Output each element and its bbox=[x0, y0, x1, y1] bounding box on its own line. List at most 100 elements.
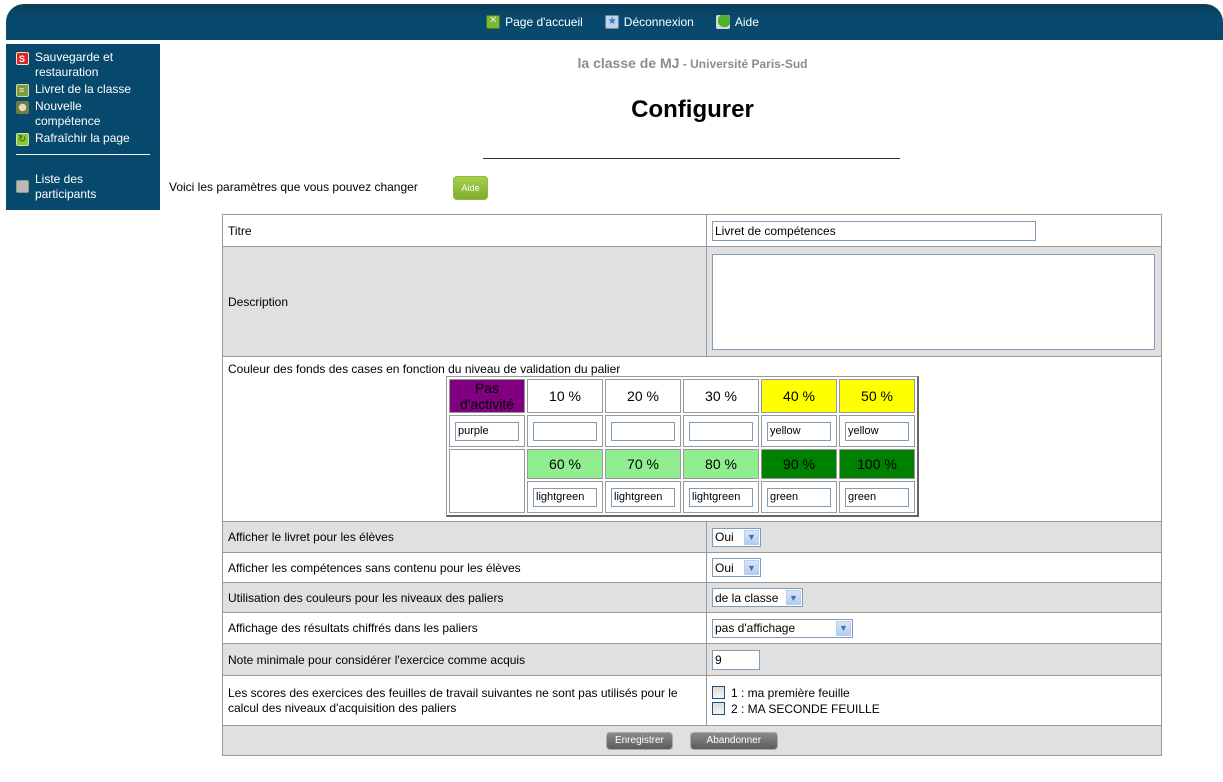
nav-help-label: Aide bbox=[734, 15, 759, 29]
excluded-sheet-checkbox-2[interactable]: 2 : MA SECONDE FEUILLE bbox=[712, 701, 1156, 717]
help-button[interactable]: Aide bbox=[453, 176, 488, 200]
sidebar-item-label: Livret de la classe bbox=[35, 82, 132, 96]
checkbox-label: 1 : ma première feuille bbox=[731, 685, 850, 700]
checkbox[interactable] bbox=[712, 702, 725, 715]
select-value: de la classe bbox=[715, 590, 779, 605]
select-value: Oui bbox=[715, 560, 734, 575]
show-empty-select[interactable]: Oui ▼ bbox=[712, 558, 761, 577]
save-restore-icon bbox=[16, 52, 29, 67]
colors-usage-select[interactable]: de la classe ▼ bbox=[712, 588, 803, 607]
logout-icon bbox=[604, 15, 619, 29]
color-level-label: 90 % bbox=[761, 449, 837, 479]
colors-label: Couleur des fonds des cases en fonction … bbox=[228, 362, 621, 376]
color-level-input[interactable] bbox=[455, 421, 519, 441]
participants-icon bbox=[16, 180, 29, 193]
nav-home-label: Page d'accueil bbox=[505, 15, 583, 29]
book-icon bbox=[16, 83, 29, 98]
title-input[interactable] bbox=[712, 220, 1036, 241]
color-grid-row: 60 % 70 % 80 % 90 % 100 % bbox=[449, 449, 915, 513]
select-value: Oui bbox=[715, 530, 734, 544]
color-level-input[interactable] bbox=[611, 487, 675, 507]
nav-logout-label: Déconnexion bbox=[623, 15, 694, 29]
color-grid-row: Pas d'activité 10 % 20 % 30 % 40 % 50 % bbox=[449, 379, 915, 413]
checkbox-label: 2 : MA SECONDE FEUILLE bbox=[731, 701, 880, 716]
color-level-input[interactable] bbox=[533, 421, 597, 441]
excluded-sheet-checkbox-1[interactable]: 1 : ma première feuille bbox=[712, 685, 1156, 701]
color-level-label: 70 % bbox=[605, 449, 681, 479]
row-title: Titre bbox=[222, 214, 1162, 247]
row-min-score: Note minimale pour considérer l'exercice… bbox=[222, 643, 1162, 676]
numeric-display-label: Affichage des résultats chiffrés dans le… bbox=[222, 612, 707, 644]
color-level-label: 10 % bbox=[527, 379, 603, 413]
class-name: la classe de MJ bbox=[577, 55, 680, 71]
row-colors-usage: Utilisation des couleurs pour les niveau… bbox=[222, 582, 1162, 613]
sidebar-item-new-skill[interactable]: Nouvelle compétence bbox=[6, 99, 160, 129]
sidebar-item-participants[interactable]: Liste des participants bbox=[6, 172, 160, 202]
color-level-input[interactable] bbox=[611, 421, 675, 441]
row-description: Description bbox=[222, 246, 1162, 357]
chevron-down-icon: ▼ bbox=[744, 529, 759, 545]
color-level-input[interactable] bbox=[845, 487, 909, 507]
color-level-label: 40 % bbox=[761, 379, 837, 413]
color-grid-empty-cell bbox=[449, 449, 525, 513]
color-level-label: 20 % bbox=[605, 379, 681, 413]
color-level-label: 50 % bbox=[839, 379, 915, 413]
site-title: la classe de MJ - Université Paris-Sud bbox=[162, 55, 1223, 71]
min-score-label: Note minimale pour considérer l'exercice… bbox=[222, 643, 707, 676]
institution-name: - Université Paris-Sud bbox=[679, 57, 808, 71]
sidebar-divider bbox=[16, 154, 150, 155]
color-level-input[interactable] bbox=[767, 487, 831, 507]
refresh-icon bbox=[16, 132, 29, 147]
color-level-input[interactable] bbox=[533, 487, 597, 507]
home-icon bbox=[486, 15, 501, 29]
chevron-down-icon: ▼ bbox=[786, 590, 801, 605]
checkbox[interactable] bbox=[712, 686, 725, 699]
help-icon bbox=[715, 15, 730, 29]
sidebar-item-label: Nouvelle compétence bbox=[35, 99, 101, 128]
select-value: pas d'affichage bbox=[715, 621, 796, 635]
color-level-input[interactable] bbox=[689, 487, 753, 507]
row-show-booklet: Afficher le livret pour les élèves Oui ▼ bbox=[222, 521, 1162, 553]
color-level-input[interactable] bbox=[767, 421, 831, 441]
sidebar-item-label: Liste des participants bbox=[35, 172, 97, 201]
sidebar-item-save-restore[interactable]: Sauvegarde et restauration bbox=[6, 50, 160, 80]
chevron-down-icon: ▼ bbox=[744, 560, 759, 575]
numeric-display-select[interactable]: pas d'affichage ▼ bbox=[712, 618, 853, 638]
sidebar-item-label: Sauvegarde et restauration bbox=[35, 50, 114, 79]
row-actions: Enregistrer Abandonner bbox=[222, 725, 1162, 756]
nav-home-link[interactable]: Page d'accueil bbox=[486, 15, 583, 29]
cancel-button[interactable]: Abandonner bbox=[689, 731, 779, 750]
color-level-label: 30 % bbox=[683, 379, 759, 413]
nav-help-link[interactable]: Aide bbox=[715, 15, 759, 29]
intro-text: Voici les paramètres que vous pouvez cha… bbox=[169, 180, 418, 194]
sidebar: Sauvegarde et restauration Livret de la … bbox=[6, 44, 160, 210]
color-level-label: 80 % bbox=[683, 449, 759, 479]
save-button[interactable]: Enregistrer bbox=[605, 731, 673, 750]
description-textarea[interactable] bbox=[712, 253, 1155, 350]
show-booklet-select[interactable]: Oui ▼ bbox=[712, 527, 761, 547]
title-divider bbox=[483, 158, 900, 159]
chevron-down-icon: ▼ bbox=[836, 620, 851, 636]
new-skill-icon bbox=[16, 101, 29, 114]
top-nav: Page d'accueil Déconnexion Aide bbox=[6, 4, 1223, 40]
excluded-label: Les scores des exercices des feuilles de… bbox=[222, 675, 707, 726]
color-level-input[interactable] bbox=[689, 421, 753, 441]
colors-usage-label: Utilisation des couleurs pour les niveau… bbox=[222, 582, 707, 613]
row-numeric-display: Affichage des résultats chiffrés dans le… bbox=[222, 612, 1162, 644]
sidebar-item-class-booklet[interactable]: Livret de la classe bbox=[6, 82, 160, 98]
sidebar-item-refresh[interactable]: Rafraîchir la page bbox=[6, 131, 160, 147]
color-grid: Pas d'activité10 %20 %30 %40 %50 % 60 %7… bbox=[446, 376, 919, 517]
color-level-label: 100 % bbox=[839, 449, 915, 479]
min-score-input[interactable] bbox=[712, 649, 760, 670]
show-empty-label: Afficher les compétences sans contenu po… bbox=[222, 552, 707, 583]
top-navigation-bar: Page d'accueil Déconnexion Aide bbox=[6, 4, 1223, 40]
color-level-label: 60 % bbox=[527, 449, 603, 479]
nav-logout-link[interactable]: Déconnexion bbox=[604, 15, 694, 29]
row-show-empty: Afficher les compétences sans contenu po… bbox=[222, 552, 1162, 583]
row-colors: Couleur des fonds des cases en fonction … bbox=[222, 356, 1162, 522]
description-label: Description bbox=[222, 246, 707, 357]
color-level-input[interactable] bbox=[845, 421, 909, 441]
page-title: Configurer bbox=[631, 96, 754, 123]
color-level-label: Pas d'activité bbox=[449, 379, 525, 413]
sidebar-item-label: Rafraîchir la page bbox=[35, 131, 130, 145]
